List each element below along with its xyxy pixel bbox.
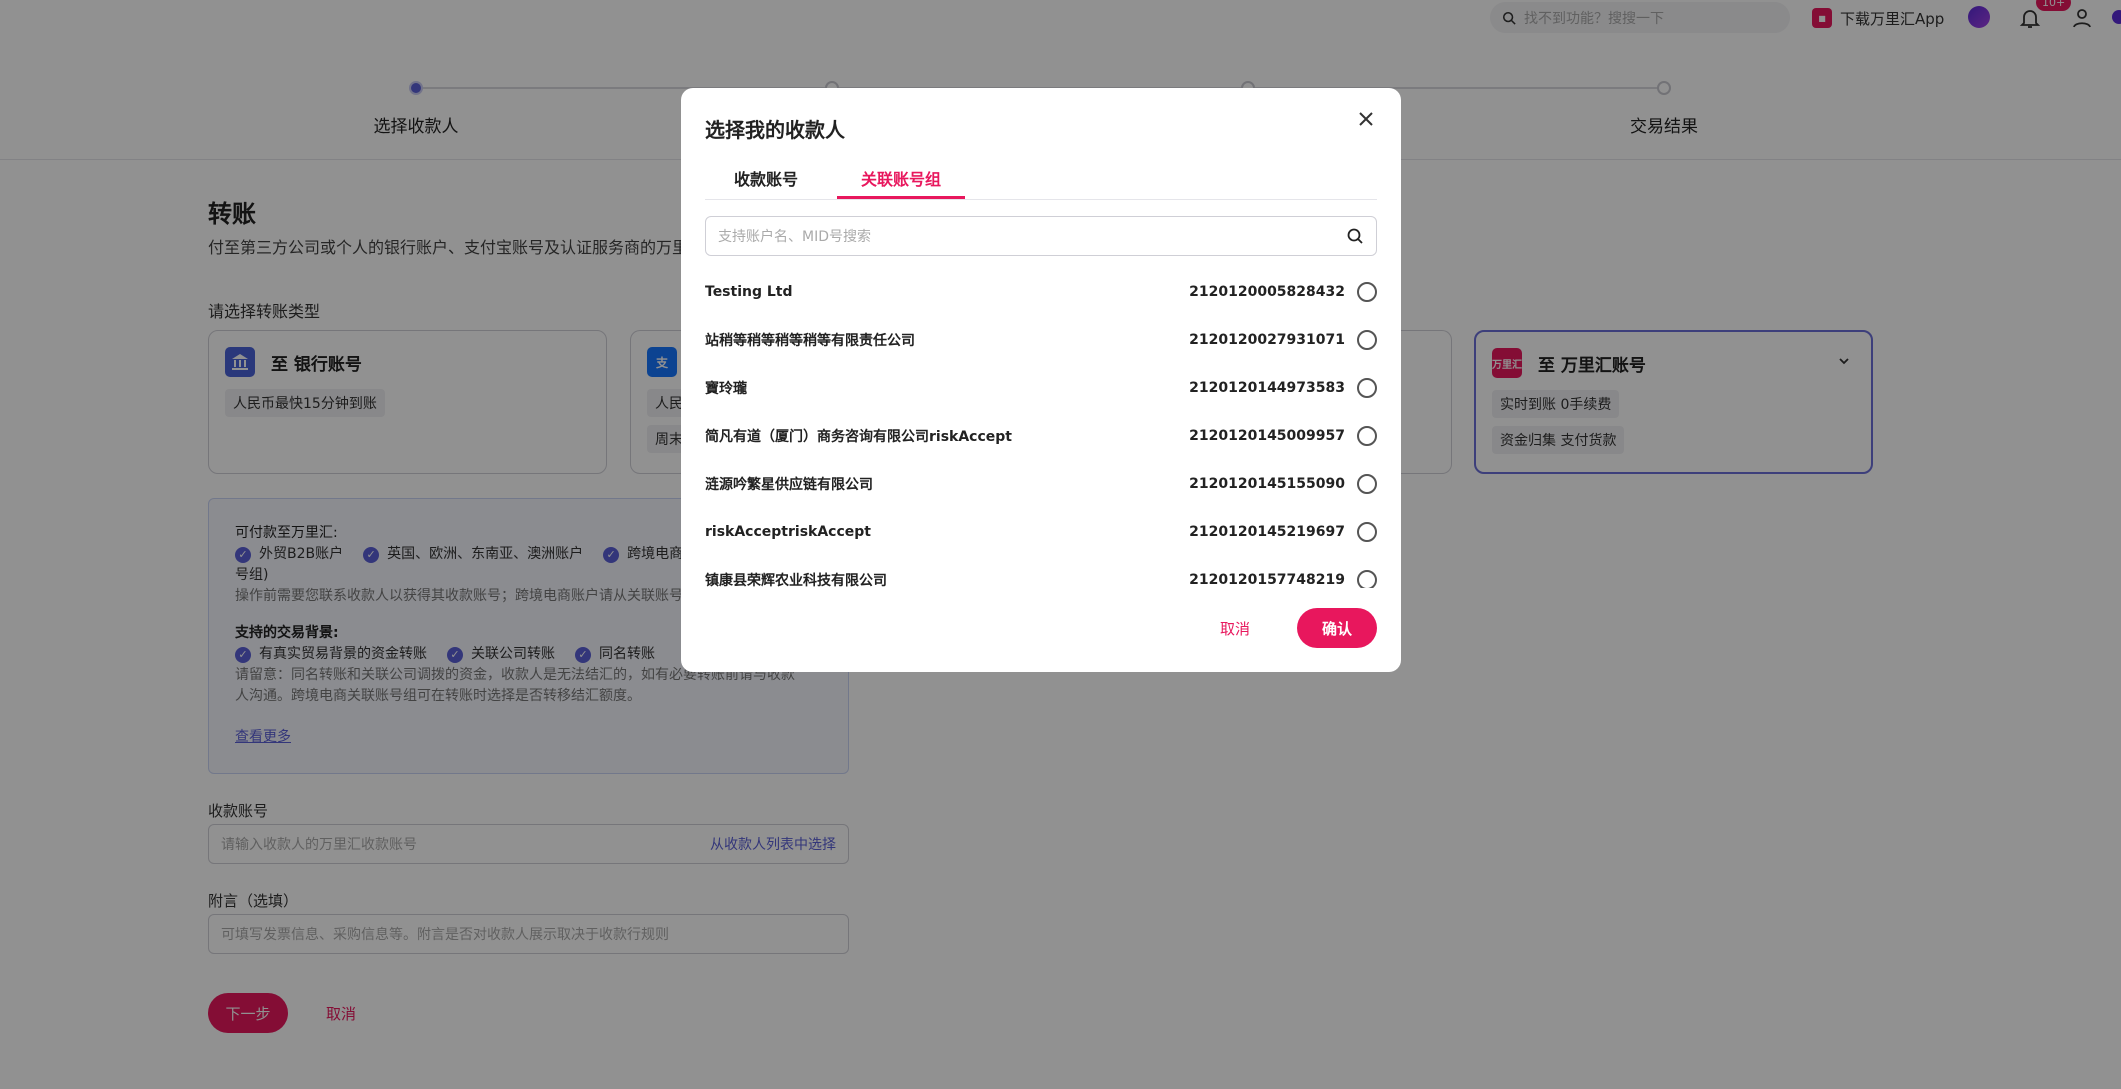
- modal-title: 选择我的收款人: [705, 118, 845, 142]
- select-payee-modal: 选择我的收款人 收款账号 关联账号组 支持账户名、MID号搜索 Testing …: [681, 88, 1401, 672]
- payee-radio[interactable]: [1357, 426, 1377, 446]
- payee-list: Testing Ltd 2120120005828432 站稍等稍等稍等稍等有限…: [705, 268, 1377, 668]
- payee-radio[interactable]: [1357, 522, 1377, 542]
- payee-id: 2120120005828432: [1189, 284, 1345, 300]
- modal-cancel-button[interactable]: 取消: [1220, 618, 1250, 639]
- payee-name: 涟源吟繁星供应链有限公司: [705, 477, 873, 493]
- modal-confirm-button[interactable]: 确认: [1297, 608, 1377, 648]
- payee-row[interactable]: 站稍等稍等稍等稍等有限责任公司 2120120027931071: [705, 316, 1377, 364]
- payee-radio[interactable]: [1357, 282, 1377, 302]
- payee-name: 镇康县荣辉农业科技有限公司: [705, 573, 887, 588]
- payee-name: Testing Ltd: [705, 284, 793, 300]
- modal-tabs: 收款账号 关联账号组: [705, 160, 1377, 200]
- payee-name: 简凡有道（厦门）商务咨询有限公司riskAccept: [705, 429, 1012, 445]
- payee-radio[interactable]: [1357, 378, 1377, 398]
- payee-name: 寶玲瓏: [705, 381, 747, 397]
- tab-payee-account[interactable]: 收款账号: [711, 160, 821, 199]
- payee-id: 2120120027931071: [1189, 332, 1345, 348]
- payee-row[interactable]: 寶玲瓏 2120120144973583: [705, 364, 1377, 412]
- payee-row[interactable]: Testing Ltd 2120120005828432: [705, 268, 1377, 316]
- tab-linked-group[interactable]: 关联账号组: [837, 160, 965, 199]
- payee-radio[interactable]: [1357, 330, 1377, 350]
- payee-id: 2120120144973583: [1189, 380, 1345, 396]
- payee-id: 2120120145009957: [1189, 428, 1345, 444]
- payee-row[interactable]: riskAcceptriskAccept 2120120145219697: [705, 508, 1377, 556]
- payee-id: 2120120145155090: [1189, 476, 1345, 492]
- payee-radio[interactable]: [1357, 474, 1377, 494]
- payee-list-viewport[interactable]: Testing Ltd 2120120005828432 站稍等稍等稍等稍等有限…: [705, 268, 1377, 588]
- payee-row[interactable]: 镇康县荣辉农业科技有限公司 2120120157748219: [705, 556, 1377, 588]
- payee-id: 2120120157748219: [1189, 572, 1345, 588]
- payee-row[interactable]: 简凡有道（厦门）商务咨询有限公司riskAccept 2120120145009…: [705, 412, 1377, 460]
- search-icon[interactable]: [1346, 227, 1364, 245]
- payee-radio[interactable]: [1357, 570, 1377, 588]
- modal-search-input[interactable]: 支持账户名、MID号搜索: [705, 216, 1377, 256]
- payee-id: 2120120145219697: [1189, 524, 1345, 540]
- modal-search-placeholder: 支持账户名、MID号搜索: [718, 229, 871, 245]
- close-icon[interactable]: [1353, 106, 1379, 132]
- payee-name: 站稍等稍等稍等稍等有限责任公司: [705, 333, 915, 349]
- payee-name: riskAcceptriskAccept: [705, 524, 871, 540]
- payee-row[interactable]: 涟源吟繁星供应链有限公司 2120120145155090: [705, 460, 1377, 508]
